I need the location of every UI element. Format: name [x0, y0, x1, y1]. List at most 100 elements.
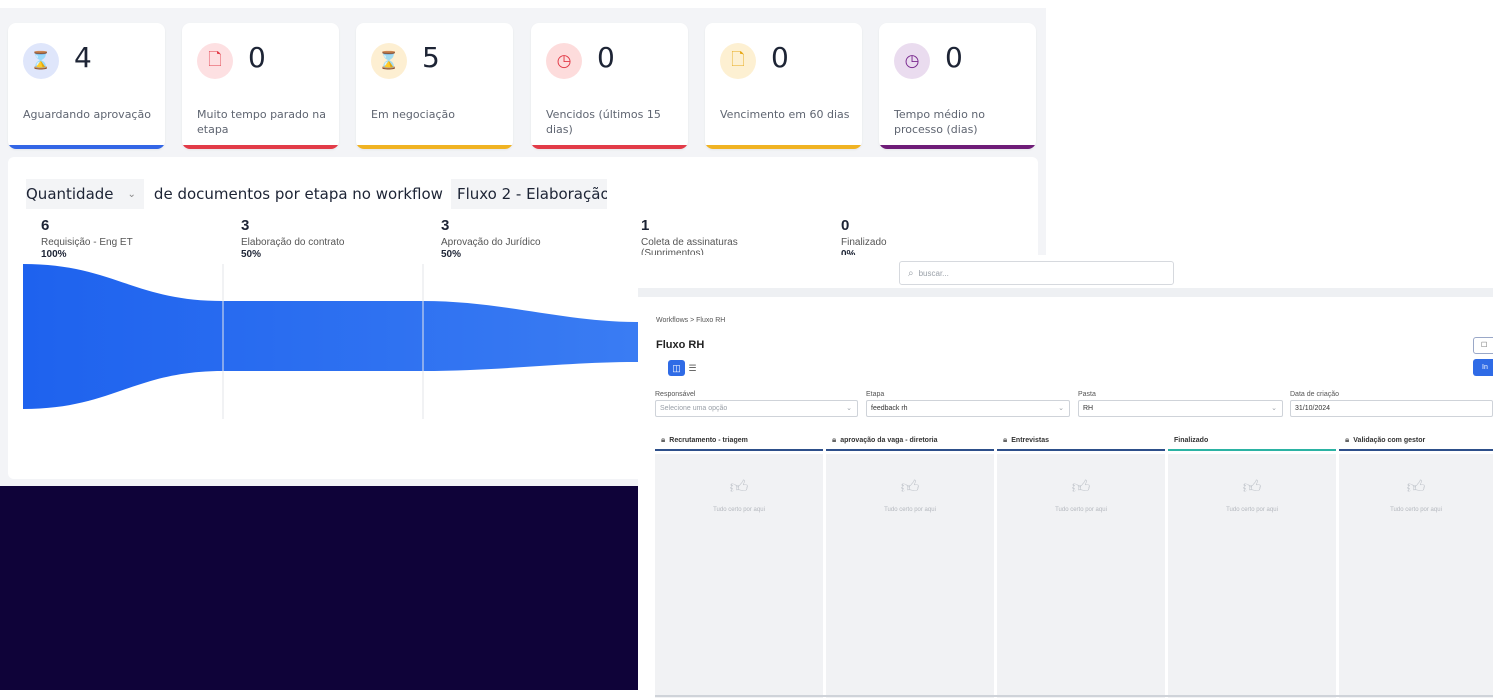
filter-label: Data de criação	[1290, 391, 1340, 398]
page-title: Fluxo RH	[656, 339, 705, 351]
kpi-card-parado[interactable]: 🗋 0 Muito tempo parado na etapa	[182, 23, 339, 149]
column-title: Validação com gestor	[1353, 436, 1426, 444]
column-body: 👍︎ Tudo certo por aqui	[1168, 454, 1336, 698]
kpi-card-negociacao[interactable]: ⌛ 5 Em negociação	[356, 23, 513, 149]
filter-data-criacao: Data de criação 31/10/2024	[1290, 391, 1493, 417]
empty-state-text: Tudo certo por aqui	[1390, 507, 1442, 513]
stage-percent: 100%	[41, 249, 67, 260]
stage-count: 6	[41, 217, 50, 234]
filter-etapa: Etapa feedback rh ⌄	[866, 391, 1070, 417]
kpi-label: Muito tempo parado na etapa	[197, 108, 326, 136]
stage-count: 3	[441, 217, 450, 234]
column-body: 👍︎ Tudo certo por aqui	[1339, 454, 1493, 698]
kpi-value: 0	[945, 41, 963, 74]
kpi-card-vencimento[interactable]: 🗋 0 Vencimento em 60 dias	[705, 23, 862, 149]
kpi-label: Tempo médio no processo (dias)	[894, 108, 985, 136]
filter-label: Responsável	[655, 391, 696, 398]
stage-count: 0	[841, 217, 850, 234]
funnel-stage: 1 Coleta de assinaturas (Suprimentos)	[641, 217, 791, 260]
kpi-card-vencidos[interactable]: ◷ 0 Vencidos (últimos 15 dias)	[531, 23, 688, 149]
stage-percent: 50%	[441, 249, 462, 260]
chevron-down-icon: ⌄	[127, 188, 136, 200]
etapa-select[interactable]: feedback rh ⌄	[866, 400, 1070, 417]
clock-icon: ◷	[546, 43, 582, 79]
kpi-value: 0	[248, 41, 266, 74]
search-input[interactable]: ⌕ buscar...	[899, 261, 1174, 285]
kpi-accent-bar	[705, 145, 862, 149]
hourglass-icon: ⌛	[371, 43, 407, 79]
workflow-select[interactable]: Fluxo 2 - Elaboração	[450, 179, 607, 209]
filter-pasta: Pasta RH ⌄	[1078, 391, 1283, 417]
kanban-column: 🔒︎ Validação com gestor 👍︎ Tudo certo po…	[1339, 431, 1493, 698]
column-title: Recrutamento - triagem	[669, 436, 748, 444]
column-header[interactable]: Finalizado	[1168, 431, 1336, 451]
clock-icon: ◷	[894, 43, 930, 79]
search-placeholder: buscar...	[918, 268, 949, 278]
kpi-card-aguardando[interactable]: ⌛ 4 Aguardando aprovação	[8, 23, 165, 149]
column-body: 👍︎ Tudo certo por aqui	[997, 454, 1165, 698]
funnel-stage: 3 Elaboração do contrato 50%	[241, 217, 431, 260]
metric-select[interactable]: Quantidade ⌄	[26, 179, 144, 209]
filter-responsavel: Responsável Selecione uma opção ⌄	[655, 391, 858, 417]
header-divider	[638, 288, 1493, 297]
column-title: Entrevistas	[1011, 436, 1050, 444]
query-text: de documentos por etapa no workflow	[153, 185, 443, 203]
chevron-down-icon: ⌄	[1271, 405, 1277, 412]
kpi-value: 5	[422, 41, 440, 74]
stage-count: 1	[641, 217, 650, 234]
pasta-select[interactable]: RH ⌄	[1078, 400, 1283, 417]
kanban-column: 🔒︎ Recrutamento - triagem 👍︎ Tudo certo …	[655, 431, 823, 698]
metric-select-value: Quantidade	[26, 185, 114, 203]
chevron-down-icon: ⌄	[1058, 405, 1064, 412]
kanban-column: Finalizado 👍︎ Tudo certo por aqui	[1168, 431, 1336, 698]
responsavel-select[interactable]: Selecione uma opção ⌄	[655, 400, 858, 417]
workflow-screen: ⌕ buscar... Workflows > Fluxo RH Fluxo R…	[638, 255, 1493, 699]
kpi-accent-bar	[531, 145, 688, 149]
column-header[interactable]: 🔒︎ aprovação da vaga - diretoria	[826, 431, 994, 451]
empty-state-text: Tudo certo por aqui	[1226, 507, 1278, 513]
kanban-view-button[interactable]: ◫	[668, 360, 685, 376]
stage-name: Elaboração do contrato	[241, 237, 345, 248]
stage-name: Requisição - Eng ET	[41, 237, 133, 248]
funnel-shape	[23, 264, 638, 409]
kpi-accent-bar	[182, 145, 339, 149]
horizontal-scrollbar[interactable]	[655, 695, 1493, 697]
date-input[interactable]: 31/10/2024	[1290, 400, 1493, 417]
kpi-label: Em negociação	[371, 108, 455, 121]
column-header[interactable]: 🔒︎ Recrutamento - triagem	[655, 431, 823, 451]
empty-state-text: Tudo certo por aqui	[884, 507, 936, 513]
funnel-chart	[23, 264, 638, 419]
chevron-down-icon: ⌄	[846, 405, 852, 412]
empty-state-text: Tudo certo por aqui	[1055, 507, 1107, 513]
breadcrumb[interactable]: Workflows > Fluxo RH	[656, 317, 725, 324]
kanban-column: 🔒︎ Entrevistas 👍︎ Tudo certo por aqui	[997, 431, 1165, 698]
column-body: 👍︎ Tudo certo por aqui	[655, 454, 823, 698]
thumbs-up-icon: 👍︎	[1071, 477, 1091, 497]
list-view-button[interactable]: ☰	[684, 360, 701, 376]
column-title: Finalizado	[1174, 436, 1209, 444]
column-title: aprovação da vaga - diretoria	[840, 436, 938, 444]
kpi-label: Vencidos (últimos 15 dias)	[546, 108, 661, 136]
primary-action-button[interactable]: In	[1473, 359, 1493, 376]
lock-icon: 🔒︎	[661, 435, 666, 444]
column-body: 👍︎ Tudo certo por aqui	[826, 454, 994, 698]
empty-state-text: Tudo certo por aqui	[713, 507, 765, 513]
hourglass-icon: ⌛	[23, 43, 59, 79]
search-icon: ⌕	[908, 267, 914, 279]
funnel-query: Quantidade ⌄ de documentos por etapa no …	[26, 179, 607, 209]
column-header[interactable]: 🔒︎ Entrevistas	[997, 431, 1165, 451]
filter-label: Etapa	[866, 391, 885, 398]
stage-count: 3	[241, 217, 250, 234]
column-header[interactable]: 🔒︎ Validação com gestor	[1339, 431, 1493, 451]
select-value: Selecione uma opção	[660, 405, 728, 412]
kpi-card-tempo-medio[interactable]: ◷ 0 Tempo médio no processo (dias)	[879, 23, 1036, 149]
stage-name: Aprovação do Jurídico	[441, 237, 541, 248]
thumbs-up-icon: 👍︎	[900, 477, 920, 497]
stage-percent: 50%	[241, 249, 262, 260]
lock-icon: 🔒︎	[832, 435, 837, 444]
thumbs-up-icon: 👍︎	[1242, 477, 1262, 497]
edit-button[interactable]: ☐	[1473, 337, 1493, 354]
kpi-value: 0	[771, 41, 789, 74]
kpi-value: 0	[597, 41, 615, 74]
kpi-label: Aguardando aprovação	[23, 108, 151, 121]
